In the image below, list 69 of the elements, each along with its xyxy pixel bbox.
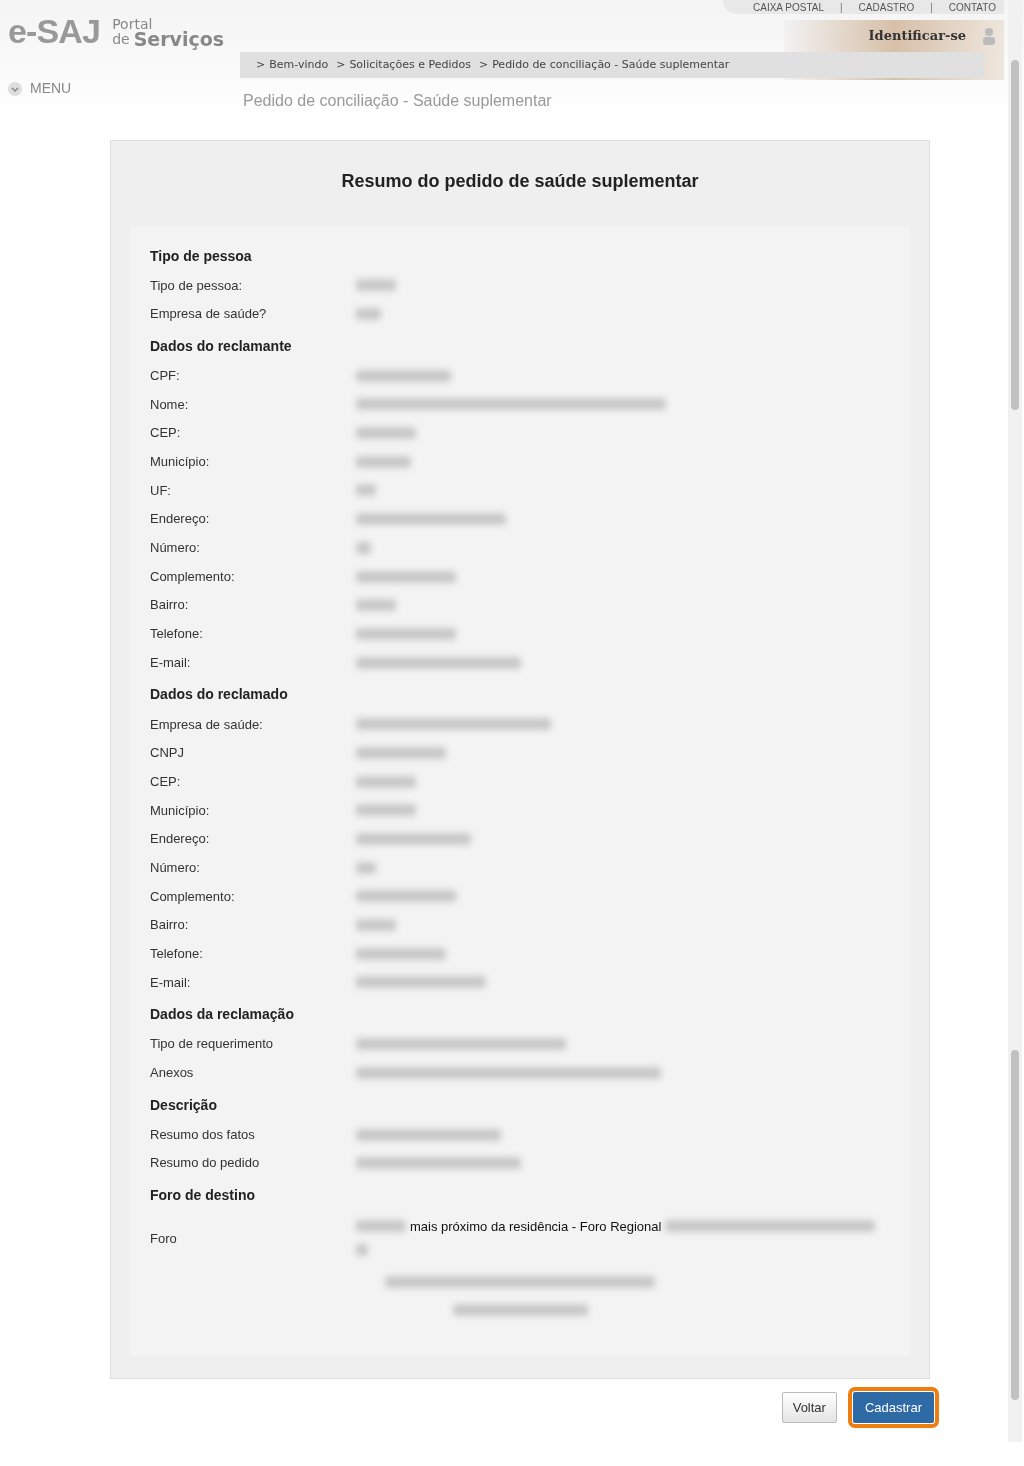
field-label: Empresa de saúde:	[150, 715, 264, 734]
esaj-logo: e-SAJ	[8, 11, 101, 52]
field-label: CNPJ	[150, 744, 185, 763]
field-label: Anexos	[150, 1064, 195, 1083]
field-label: Bairro:	[150, 916, 190, 935]
redacted-value	[356, 1220, 406, 1233]
top-link[interactable]: CAIXA POSTAL	[753, 0, 824, 15]
section-heading: Dados da reclamação	[150, 1005, 295, 1025]
page-title: Pedido de conciliação - Saúde suplementar	[243, 91, 552, 111]
redacted-value	[356, 308, 381, 321]
redacted-value	[356, 861, 376, 874]
chevron-down-icon	[8, 81, 22, 96]
redacted-value	[356, 484, 376, 497]
field-label: Resumo do pedido	[150, 1154, 261, 1173]
redacted-value	[356, 919, 396, 932]
breadcrumb-link[interactable]: Bem-vindo	[269, 56, 329, 74]
field-label: Empresa de saúde?	[150, 305, 268, 324]
redacted-value	[356, 775, 416, 788]
breadcrumb-link[interactable]: Solicitações e Pedidos	[349, 56, 471, 74]
user-icon	[982, 26, 996, 45]
field-label: Resumo dos fatos	[150, 1125, 256, 1144]
field-label: Município:	[150, 453, 211, 472]
de-label: de	[112, 31, 130, 47]
field-label: Foro	[150, 1229, 178, 1248]
field-label: Endereço:	[150, 830, 211, 849]
breadcrumb-link[interactable]: Pedido de conciliação - Saúde suplementar	[492, 56, 730, 74]
redacted-value	[356, 455, 411, 468]
portal-label: Portal	[112, 16, 153, 32]
field-label: CEP:	[150, 424, 182, 443]
field-label: Nome:	[150, 395, 190, 414]
foro-value: mais próximo da residência - Foro Regional	[410, 1217, 662, 1236]
field-label: Telefone:	[150, 945, 204, 964]
section-heading: Descrição	[150, 1095, 218, 1115]
breadcrumb-separator: >	[478, 56, 489, 73]
field-label: UF:	[150, 481, 172, 500]
section-heading: Dados do reclamado	[150, 685, 289, 705]
field-label: E-mail:	[150, 653, 192, 672]
section-heading: Dados do reclamante	[150, 336, 293, 356]
field-label: Telefone:	[150, 625, 204, 644]
field-label: Número:	[150, 539, 201, 558]
link-separator: |	[840, 0, 843, 15]
field-label: Tipo de requerimento	[150, 1035, 275, 1054]
redacted-value	[356, 279, 396, 292]
field-label: Número:	[150, 858, 201, 877]
link-separator: |	[930, 0, 933, 15]
field-label: Complemento:	[150, 887, 236, 906]
breadcrumb-separator: >	[256, 56, 266, 73]
field-label: E-mail:	[150, 973, 192, 992]
redacted-value	[356, 1244, 368, 1257]
redacted-value	[356, 599, 396, 612]
menu-button[interactable]: MENU	[30, 78, 72, 99]
field-label: CEP:	[150, 772, 182, 791]
field-label: Município:	[150, 801, 211, 820]
section-heading: Tipo de pessoa	[150, 246, 253, 266]
field-label: Bairro:	[150, 596, 190, 615]
redacted-value	[356, 804, 416, 817]
top-link[interactable]: CONTATO	[948, 0, 996, 15]
field-label: Tipo de pessoa:	[150, 276, 244, 295]
field-label: Complemento:	[150, 567, 236, 586]
section-heading: Foro de destino	[150, 1186, 256, 1206]
voltar-button[interactable]: Voltar	[781, 1392, 837, 1423]
redacted-value	[356, 541, 371, 554]
redacted-value	[356, 427, 416, 440]
field-label: Endereço:	[150, 510, 211, 529]
field-label: CPF:	[150, 366, 181, 385]
breadcrumb-separator: >	[336, 56, 346, 73]
top-link[interactable]: CADASTRO	[858, 0, 915, 15]
card-title: Resumo do pedido de saúde suplementar	[340, 170, 700, 193]
login-link[interactable]: Identificar-se	[868, 26, 966, 46]
